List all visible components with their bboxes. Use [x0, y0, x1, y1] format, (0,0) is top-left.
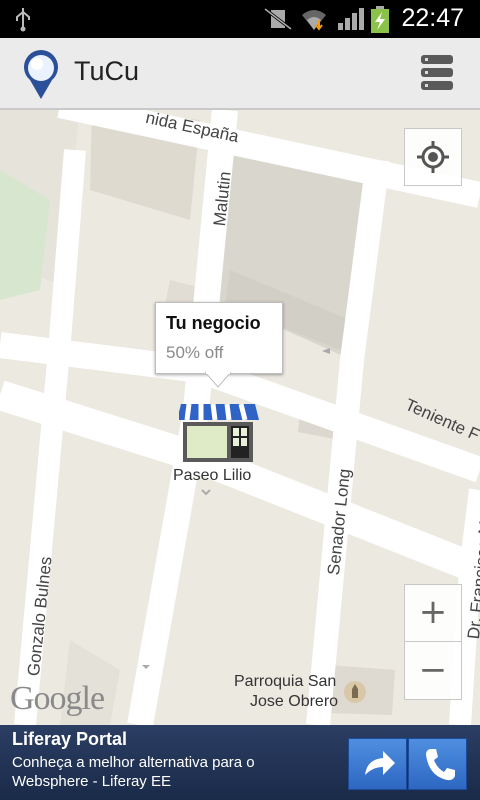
place-label-paseo-lilio: Paseo Lilio — [173, 467, 252, 484]
status-bar: 22:47 — [0, 0, 480, 38]
ad-open-button[interactable] — [348, 738, 407, 790]
google-attribution: Google — [10, 680, 105, 717]
shop-marker-icon[interactable] — [179, 402, 259, 464]
ad-description: Conheça a melhor alternativa para o Webs… — [12, 754, 255, 790]
menu-list-icon[interactable] — [418, 52, 456, 94]
map-view[interactable]: nida España Malutin Teniente F Senador L… — [0, 110, 480, 725]
place-label-parroquia-line2: Jose Obrero — [250, 693, 339, 710]
phone-icon — [426, 749, 455, 781]
share-arrow-icon — [365, 751, 395, 775]
zoom-out-label: − — [418, 650, 448, 690]
vibrate-mute-icon — [264, 7, 292, 31]
callout-title: Tu negocio — [166, 313, 261, 333]
callout-pointer — [205, 372, 231, 388]
ad-banner[interactable]: Liferay Portal Conheça a melhor alternat… — [0, 725, 480, 800]
zoom-out-button[interactable]: − — [404, 641, 462, 700]
callout-subtitle: 50% off — [166, 343, 224, 362]
zoom-in-label: + — [418, 592, 448, 632]
app-bar: TuCu — [0, 38, 480, 110]
map-pin-logo-icon — [24, 50, 59, 99]
place-label-parroquia: Parroquia San — [234, 673, 337, 690]
ad-title: Liferay Portal — [12, 729, 128, 749]
signal-icon — [338, 8, 364, 30]
church-icon — [344, 681, 366, 703]
usb-icon — [16, 8, 30, 32]
my-location-button[interactable] — [404, 128, 462, 186]
app-title: TuCu — [74, 56, 140, 86]
wifi-icon — [302, 10, 326, 31]
zoom-in-button[interactable]: + — [404, 584, 462, 642]
ad-call-button[interactable] — [408, 738, 467, 790]
battery-charging-icon — [371, 6, 389, 33]
business-callout[interactable]: Tu negocio 50% off — [155, 302, 283, 374]
location-target-icon — [417, 141, 449, 173]
status-time: 22:47 — [401, 4, 464, 32]
